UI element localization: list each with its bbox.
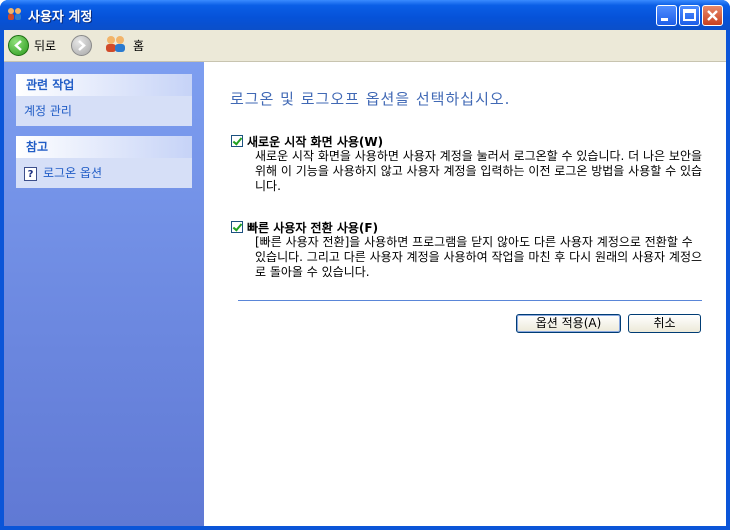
close-button[interactable] xyxy=(702,5,723,26)
page-title: 로그온 및 로그오프 옵션을 선택하십시오. xyxy=(230,90,511,108)
toolbar: 뒤로 홈 xyxy=(4,30,726,62)
see-also-header[interactable]: 참고 xyxy=(16,136,192,158)
apply-options-button[interactable]: 옵션 적용(A) xyxy=(516,314,621,333)
minimize-button[interactable] xyxy=(656,5,677,26)
fast-user-switching-description: [빠른 사용자 전환]을 사용하면 프로그램을 닫지 않아도 다른 사용자 계정… xyxy=(255,235,703,279)
title-bar[interactable]: 사용자 계정 xyxy=(0,0,730,30)
user-accounts-icon xyxy=(6,6,24,24)
help-icon: ? xyxy=(24,166,37,181)
back-arrow-icon xyxy=(8,34,29,56)
logon-options-link[interactable]: 로그온 옵션 xyxy=(43,166,102,180)
task-pane: 관련 작업 계정 관리 참고 ? 로그온 옵션 xyxy=(4,62,204,526)
see-also-box: 참고 ? 로그온 옵션 xyxy=(16,136,192,188)
home-users-icon xyxy=(104,34,128,57)
home-label: 홈 xyxy=(133,38,145,53)
fast-user-switching-checkbox[interactable] xyxy=(231,221,243,233)
back-button[interactable]: 뒤로 xyxy=(8,34,56,56)
back-label: 뒤로 xyxy=(34,38,57,53)
manage-accounts-link[interactable]: 계정 관리 xyxy=(24,104,72,118)
divider xyxy=(238,300,702,301)
related-tasks-header[interactable]: 관련 작업 xyxy=(16,74,192,96)
welcome-screen-description: 새로운 시작 화면을 사용하면 사용자 계정을 눌러서 로그온할 수 있습니다.… xyxy=(255,149,703,193)
client-area: 뒤로 홈 관련 작업 계정 관리 참고 ? 로그온 옵션 로그온 및 로그오프 … xyxy=(4,30,726,526)
home-button[interactable]: 홈 xyxy=(104,34,144,56)
welcome-screen-label[interactable]: 새로운 시작 화면 사용(W) xyxy=(247,133,383,150)
fast-user-switching-label[interactable]: 빠른 사용자 전환 사용(F) xyxy=(247,219,378,236)
related-tasks-box: 관련 작업 계정 관리 xyxy=(16,74,192,126)
welcome-screen-checkbox[interactable] xyxy=(231,135,243,147)
forward-button[interactable] xyxy=(71,34,92,56)
window-title: 사용자 계정 xyxy=(28,10,93,25)
forward-arrow-icon xyxy=(71,34,92,56)
maximize-button[interactable] xyxy=(679,5,700,26)
window: 사용자 계정 뒤로 홈 관련 작업 계정 관리 참고 ? 로그온 옵션 로그온 … xyxy=(0,0,730,530)
cancel-button[interactable]: 취소 xyxy=(628,314,701,333)
